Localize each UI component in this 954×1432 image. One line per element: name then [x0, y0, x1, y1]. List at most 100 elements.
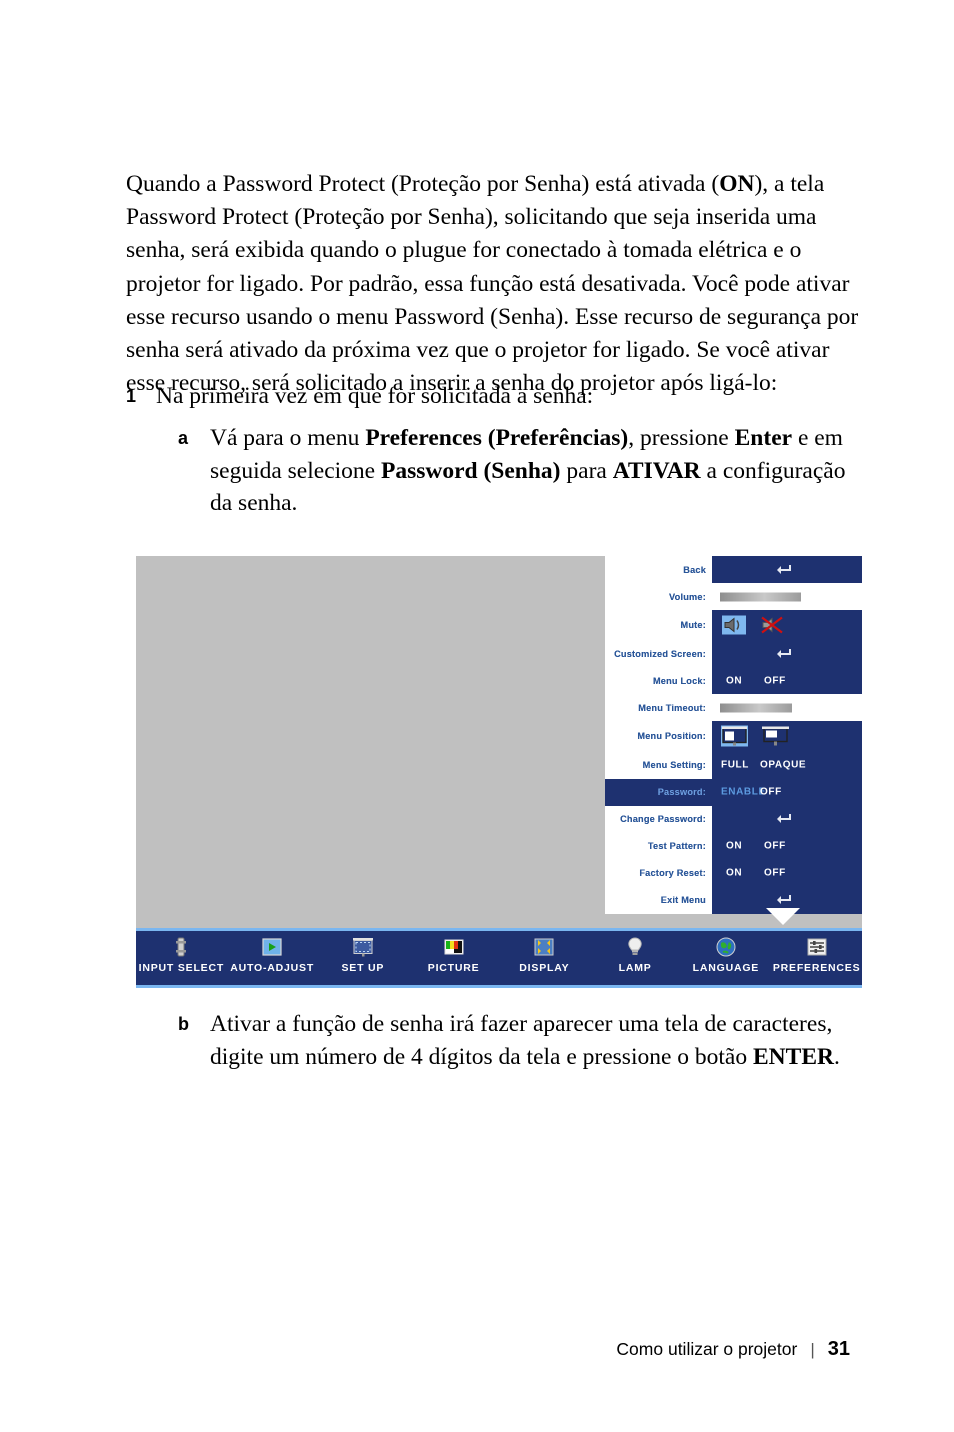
menu-row-menu-setting[interactable]: Menu Setting: FULL OPAQUE	[605, 751, 862, 779]
menu-value-back[interactable]	[712, 556, 862, 584]
password-option-off[interactable]: OFF	[760, 787, 782, 798]
menu-value-volume[interactable]	[712, 583, 862, 611]
toolbar-item-picture[interactable]: PICTURE	[408, 931, 499, 985]
page: Quando a Password Protect (Proteção por …	[0, 0, 954, 1432]
menu-row-change-password[interactable]: Change Password:	[605, 805, 862, 833]
toolbar-label-picture: PICTURE	[427, 962, 480, 974]
menu-row-test-pattern[interactable]: Test Pattern: ON OFF	[605, 832, 862, 860]
menu-row-menu-lock[interactable]: Menu Lock: ON OFF	[605, 667, 862, 695]
toolbar-label-preferences: PREFERENCES	[772, 962, 861, 974]
lamp-icon	[622, 934, 648, 960]
preferences-menu: Back Volume: Mute: Customized Screen: Me…	[605, 556, 862, 915]
test-pattern-option-on[interactable]: ON	[726, 841, 742, 852]
menu-value-password[interactable]: ENABLE OFF	[712, 778, 862, 806]
toolbar-item-lamp[interactable]: LAMP	[590, 931, 681, 985]
menu-row-customized-screen[interactable]: Customized Screen:	[605, 640, 862, 668]
preferences-icon	[804, 934, 830, 960]
return-arrow-icon	[776, 648, 792, 660]
toolbar-label-auto-adjust: AUTO-ADJUST	[230, 962, 315, 974]
menu-label-menu-lock: Menu Lock:	[605, 667, 712, 695]
toolbar-item-auto-adjust[interactable]: AUTO-ADJUST	[227, 931, 318, 985]
menu-row-volume[interactable]: Volume:	[605, 583, 862, 611]
toolbar-item-input-select[interactable]: INPUT SELECT	[136, 931, 227, 985]
menu-label-menu-position: Menu Position:	[605, 721, 712, 752]
substep-b-letter: b	[178, 1014, 189, 1034]
menu-label-volume: Volume:	[605, 583, 712, 611]
menu-label-exit-menu: Exit Menu	[605, 886, 712, 915]
factory-reset-option-off[interactable]: OFF	[764, 868, 786, 879]
menu-label-test-pattern: Test Pattern:	[605, 832, 712, 860]
osd-toolbar: INPUT SELECT AUTO-ADJUST SET UP PICTURE	[136, 928, 862, 988]
speaker-on-icon[interactable]	[722, 615, 746, 635]
footer-divider: |	[810, 1340, 815, 1359]
intro-paragraph: Quando a Password Protect (Proteção por …	[126, 171, 859, 397]
speaker-mute-icon[interactable]	[760, 616, 784, 635]
toolbar-item-language[interactable]: LANGUAGE	[681, 931, 772, 985]
menu-row-back[interactable]: Back	[605, 556, 862, 584]
menu-label-back: Back	[605, 556, 712, 584]
footer-page-number: 31	[827, 1338, 850, 1360]
language-icon	[713, 934, 739, 960]
step-1-number: 1	[126, 386, 137, 406]
toolbar-label-language: LANGUAGE	[692, 962, 760, 974]
footer-chapter: Como utilizar o projetor	[616, 1339, 798, 1359]
step-1-text: Na primeira vez em que for solicitada a …	[156, 383, 594, 409]
menu-label-password: Password:	[605, 778, 712, 806]
menu-lock-option-off[interactable]: OFF	[764, 675, 786, 686]
set-up-icon	[350, 934, 376, 960]
substep-b: b Ativar a função de senha irá fazer apa…	[178, 1008, 878, 1073]
page-footer: Como utilizar o projetor | 31	[0, 1338, 954, 1361]
menu-timeout-slider[interactable]	[720, 703, 851, 713]
menu-label-change-password: Change Password:	[605, 805, 712, 833]
menu-setting-option-full[interactable]: FULL	[721, 760, 749, 771]
toolbar-label-input-select: INPUT SELECT	[138, 962, 225, 974]
menu-value-menu-setting[interactable]: FULL OPAQUE	[712, 751, 862, 779]
toolbar-label-set-up: SET UP	[341, 962, 385, 974]
test-pattern-option-off[interactable]: OFF	[764, 841, 786, 852]
menu-position-left-icon[interactable]	[721, 725, 748, 747]
auto-adjust-icon	[259, 934, 285, 960]
factory-reset-option-on[interactable]: ON	[726, 868, 742, 879]
menu-row-menu-position[interactable]: Menu Position:	[605, 721, 862, 752]
menu-lock-option-on[interactable]: ON	[726, 675, 742, 686]
menu-label-menu-setting: Menu Setting:	[605, 751, 712, 779]
menu-value-factory-reset[interactable]: ON OFF	[712, 859, 862, 887]
menu-position-top-icon[interactable]	[762, 726, 789, 747]
menu-label-factory-reset: Factory Reset:	[605, 859, 712, 887]
menu-value-test-pattern[interactable]: ON OFF	[712, 832, 862, 860]
menu-row-mute[interactable]: Mute:	[605, 610, 862, 641]
substep-b-text: Ativar a função de senha irá fazer apare…	[210, 1011, 840, 1070]
osd-screenshot: Back Volume: Mute: Customized Screen: Me…	[136, 556, 862, 988]
menu-value-menu-lock[interactable]: ON OFF	[712, 667, 862, 695]
toolbar-item-preferences[interactable]: PREFERENCES	[771, 931, 862, 985]
input-select-icon	[168, 934, 194, 960]
menu-row-menu-timeout[interactable]: Menu Timeout:	[605, 694, 862, 722]
password-option-enable[interactable]: ENABLE	[721, 787, 766, 798]
menu-label-mute: Mute:	[605, 610, 712, 641]
volume-slider[interactable]	[720, 592, 851, 602]
return-arrow-icon	[776, 564, 792, 576]
menu-setting-option-opaque[interactable]: OPAQUE	[760, 760, 806, 771]
menu-row-exit-menu[interactable]: Exit Menu	[605, 886, 862, 915]
display-icon	[531, 934, 557, 960]
toolbar-item-set-up[interactable]: SET UP	[318, 931, 409, 985]
menu-label-customized-screen: Customized Screen:	[605, 640, 712, 668]
substep-a-text: Vá para o menu Preferences (Preferências…	[210, 425, 846, 516]
menu-value-customized-screen[interactable]	[712, 640, 862, 668]
menu-row-password[interactable]: Password: ENABLE OFF	[605, 778, 862, 806]
return-arrow-icon	[776, 813, 792, 825]
substep-a: a Vá para o menu Preferences (Preferênci…	[178, 422, 872, 520]
step-1: 1 Na primeira vez em que for solicitada …	[126, 380, 872, 412]
step-list: 1 Na primeira vez em que for solicitada …	[126, 380, 872, 520]
menu-label-menu-timeout: Menu Timeout:	[605, 694, 712, 722]
substep-a-letter: a	[178, 428, 189, 448]
menu-value-menu-position[interactable]	[712, 721, 862, 752]
toolbar-item-display[interactable]: DISPLAY	[499, 931, 590, 985]
menu-row-factory-reset[interactable]: Factory Reset: ON OFF	[605, 859, 862, 887]
menu-value-change-password[interactable]	[712, 805, 862, 833]
menu-value-menu-timeout[interactable]	[712, 694, 862, 722]
picture-icon	[441, 934, 467, 960]
menu-pointer-triangle	[766, 908, 800, 925]
menu-value-mute[interactable]	[712, 610, 862, 641]
toolbar-label-display: DISPLAY	[519, 962, 570, 974]
